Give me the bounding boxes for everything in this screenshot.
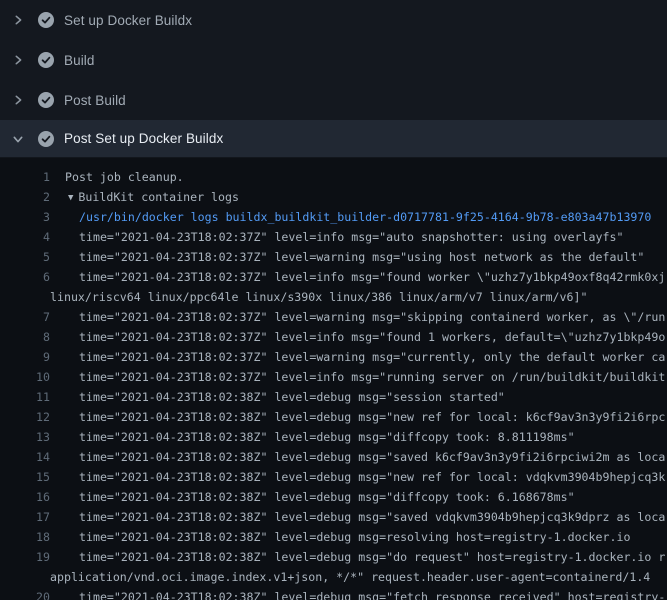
log-line-text: time="2021-04-23T18:02:38Z" level=debug …: [79, 410, 665, 424]
log-line-number[interactable]: 18: [0, 527, 50, 547]
log-line-number[interactable]: 10: [0, 367, 50, 387]
log-line: 15 ▼time="2021-04-23T18:02:38Z" level=de…: [0, 467, 667, 487]
log-line-number[interactable]: 9: [0, 347, 50, 367]
log-line: 4 ▼time="2021-04-23T18:02:37Z" level=inf…: [0, 227, 667, 247]
log-line: 13 ▼time="2021-04-23T18:02:38Z" level=de…: [0, 427, 667, 447]
log-line-text: time="2021-04-23T18:02:38Z" level=debug …: [79, 490, 575, 504]
log-line-number[interactable]: 5: [0, 247, 50, 267]
chevron-right-icon: [12, 14, 24, 26]
log-line: 2 ▼ BuildKit container logs: [0, 187, 667, 207]
step-label: Build: [64, 53, 95, 68]
chevron-right-icon: [12, 94, 24, 106]
log-line: 16 ▼time="2021-04-23T18:02:38Z" level=de…: [0, 487, 667, 507]
log-line-text: time="2021-04-23T18:02:37Z" level=warnin…: [79, 250, 644, 264]
log-line: ▼application/vnd.oci.image.index.v1+json…: [0, 567, 667, 587]
log-line-text: time="2021-04-23T18:02:38Z" level=debug …: [79, 430, 575, 444]
log-line-number[interactable]: 20: [0, 587, 50, 600]
log-line-number[interactable]: 14: [0, 447, 50, 467]
log-line-text: time="2021-04-23T18:02:37Z" level=info m…: [79, 270, 665, 284]
log-line-number[interactable]: 15: [0, 467, 50, 487]
log-line-text[interactable]: BuildKit container logs: [78, 190, 239, 204]
log-line-text: time="2021-04-23T18:02:37Z" level=warnin…: [79, 310, 665, 324]
log-line-number[interactable]: 11: [0, 387, 50, 407]
log-line: 6 ▼time="2021-04-23T18:02:37Z" level=inf…: [0, 267, 667, 287]
log-line: 9 ▼time="2021-04-23T18:02:37Z" level=war…: [0, 347, 667, 367]
log-line: 8 ▼time="2021-04-23T18:02:37Z" level=inf…: [0, 327, 667, 347]
check-circle-icon: [38, 12, 54, 28]
log-line-text: time="2021-04-23T18:02:37Z" level=info m…: [79, 370, 665, 384]
log-line-text: time="2021-04-23T18:02:37Z" level=info m…: [79, 330, 665, 344]
log-line: 10 ▼time="2021-04-23T18:02:37Z" level=in…: [0, 367, 667, 387]
log-line-text: time="2021-04-23T18:02:37Z" level=warnin…: [79, 350, 665, 364]
chevron-down-icon: [12, 133, 24, 145]
steps-list: Set up Docker Buildx Build: [0, 0, 667, 158]
log-line: 18 ▼time="2021-04-23T18:02:38Z" level=de…: [0, 527, 667, 547]
log-line-text: time="2021-04-23T18:02:38Z" level=debug …: [79, 470, 665, 484]
check-circle-icon: [38, 131, 54, 147]
log-line: ▼linux/riscv64 linux/ppc64le linux/s390x…: [0, 287, 667, 307]
log-line-text: time="2021-04-23T18:02:38Z" level=debug …: [79, 390, 505, 404]
log-line-number[interactable]: 16: [0, 487, 50, 507]
log-line-text: time="2021-04-23T18:02:38Z" level=debug …: [79, 510, 665, 524]
log-line: 1 ▼Post job cleanup.: [0, 167, 667, 187]
log-line: 7 ▼time="2021-04-23T18:02:37Z" level=war…: [0, 307, 667, 327]
log-line: 5 ▼time="2021-04-23T18:02:37Z" level=war…: [0, 247, 667, 267]
log-line: 17 ▼time="2021-04-23T18:02:38Z" level=de…: [0, 507, 667, 527]
log-area: 1 ▼Post job cleanup. 2 ▼ BuildKit contain…: [0, 158, 667, 600]
step-label: Post Set up Docker Buildx: [64, 131, 223, 146]
log-line: 20 ▼time="2021-04-23T18:02:38Z" level=de…: [0, 587, 667, 600]
log-line-number[interactable]: 12: [0, 407, 50, 427]
step-row[interactable]: Post Build: [0, 80, 667, 120]
log-line-text: /usr/bin/docker logs buildx_buildkit_bui…: [79, 210, 651, 224]
log-line-number: [0, 567, 50, 587]
log-line-number[interactable]: 7: [0, 307, 50, 327]
log-line-number[interactable]: 2: [0, 187, 50, 207]
check-circle-icon: [38, 52, 54, 68]
log-line-text: application/vnd.oci.image.index.v1+json,…: [50, 570, 650, 584]
log-line-number[interactable]: 6: [0, 267, 50, 287]
log-line-text: time="2021-04-23T18:02:38Z" level=debug …: [79, 530, 630, 544]
log-line: 12 ▼time="2021-04-23T18:02:38Z" level=de…: [0, 407, 667, 427]
log-line-text: linux/riscv64 linux/ppc64le linux/s390x …: [50, 290, 587, 304]
log-line-number[interactable]: 13: [0, 427, 50, 447]
step-row[interactable]: Set up Docker Buildx: [0, 0, 667, 40]
log-line: 3 ▼/usr/bin/docker logs buildx_buildkit_…: [0, 207, 667, 227]
step-row[interactable]: Build: [0, 40, 667, 80]
log-line-number[interactable]: 17: [0, 507, 50, 527]
log-line-number[interactable]: 1: [0, 167, 50, 187]
step-label: Post Build: [64, 93, 126, 108]
log-line-text: Post job cleanup.: [65, 170, 184, 184]
log-line-text: time="2021-04-23T18:02:38Z" level=debug …: [79, 590, 665, 600]
log-line-number[interactable]: 3: [0, 207, 50, 227]
log-line-number[interactable]: 4: [0, 227, 50, 247]
log-line: 11 ▼time="2021-04-23T18:02:38Z" level=de…: [0, 387, 667, 407]
log-line-number[interactable]: 8: [0, 327, 50, 347]
log-line-text: time="2021-04-23T18:02:38Z" level=debug …: [79, 450, 665, 464]
chevron-right-icon: [12, 54, 24, 66]
log-line-text: time="2021-04-23T18:02:37Z" level=info m…: [79, 230, 623, 244]
step-label: Set up Docker Buildx: [64, 13, 192, 28]
log-line: 19 ▼time="2021-04-23T18:02:38Z" level=de…: [0, 547, 667, 567]
group-collapse-icon[interactable]: ▼: [68, 193, 73, 203]
log-line-number: [0, 287, 50, 307]
log-line-number[interactable]: 19: [0, 547, 50, 567]
step-row[interactable]: Post Set up Docker Buildx: [0, 120, 667, 158]
log-line: 14 ▼time="2021-04-23T18:02:38Z" level=de…: [0, 447, 667, 467]
log-line-text: time="2021-04-23T18:02:38Z" level=debug …: [79, 550, 665, 564]
check-circle-icon: [38, 92, 54, 108]
